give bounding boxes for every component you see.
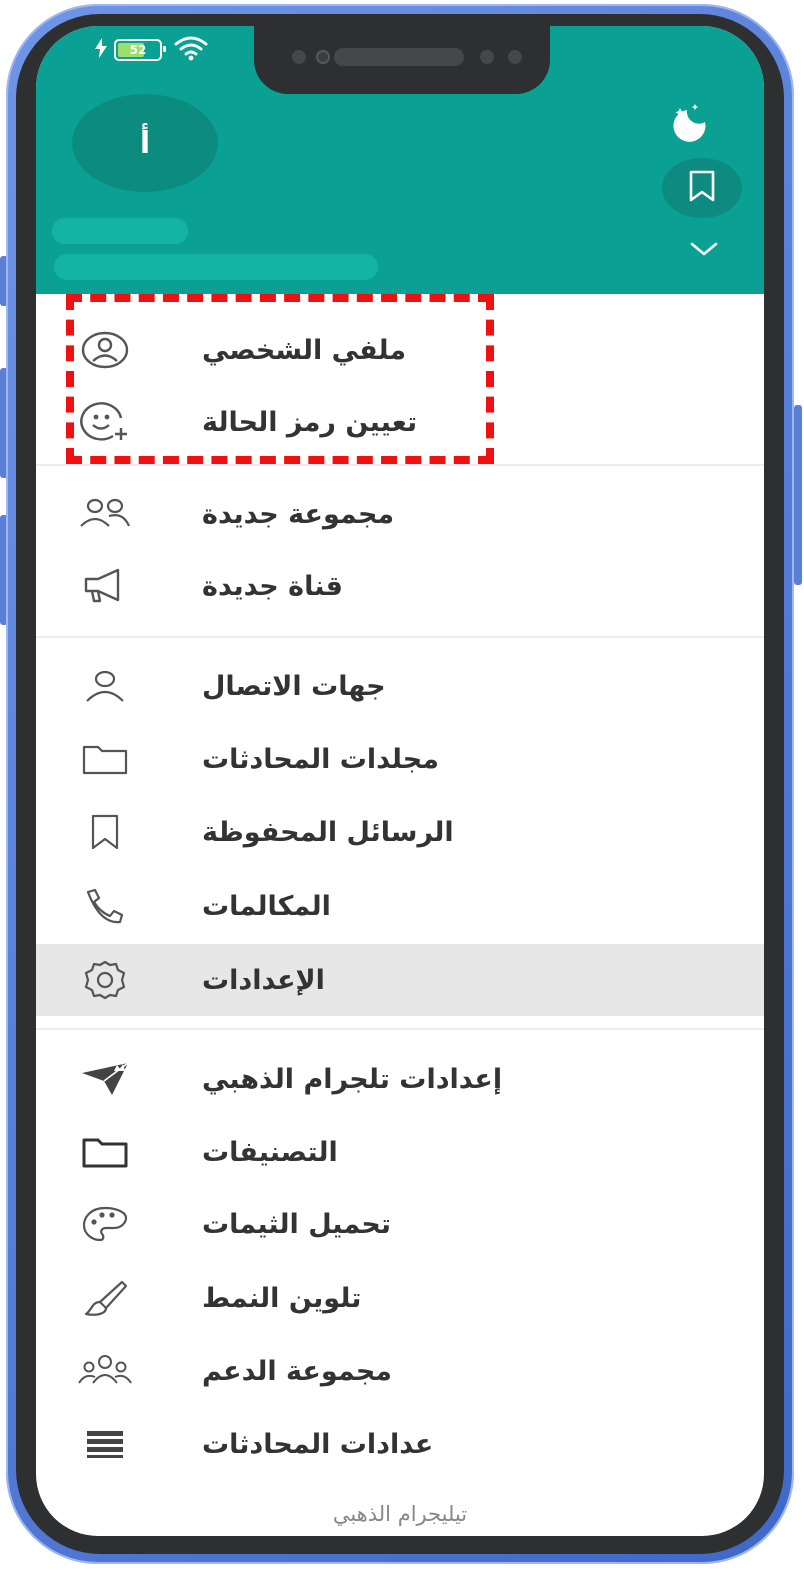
- divider: [36, 636, 764, 638]
- saved-messages-button[interactable]: [662, 158, 742, 218]
- divider: [36, 464, 764, 466]
- menu-item-label: الإعدادات: [202, 964, 325, 996]
- status-bar: 52: [94, 36, 208, 64]
- divider: [36, 1028, 764, 1030]
- avatar[interactable]: أ: [72, 94, 218, 192]
- menu-item-new-channel[interactable]: قناة جديدة: [36, 550, 764, 622]
- menu-item-download-themes[interactable]: تحميل الثيمات: [36, 1188, 764, 1260]
- menu-item-saved-messages[interactable]: الرسائل المحفوظة: [36, 796, 764, 868]
- brush-icon: [76, 1269, 134, 1327]
- bookmark-icon: [76, 803, 134, 861]
- menu-item-golden-telegram-settings[interactable]: إعدادات تلجرام الذهبي: [36, 1043, 764, 1115]
- menu-item-label: التصنيفات: [202, 1136, 338, 1168]
- app-footer: تيليجرام الذهبي: [332, 1502, 468, 1526]
- menu-item-chat-counters[interactable]: عدادات المحادثات: [36, 1408, 764, 1480]
- menu-item-label: مجموعة الدعم: [202, 1355, 393, 1387]
- menu-item-theme-coloring[interactable]: تلوين النمط: [36, 1262, 764, 1334]
- battery-level: 52: [129, 43, 147, 57]
- menu-item-label: تحميل الثيمات: [202, 1208, 392, 1240]
- menu-item-settings[interactable]: الإعدادات: [36, 944, 764, 1016]
- wifi-icon: [174, 35, 208, 65]
- group-icon: [76, 485, 134, 543]
- menu-item-categories[interactable]: التصنيفات: [36, 1116, 764, 1188]
- folder-icon: [76, 730, 134, 788]
- menu-item-new-group[interactable]: مجموعة جديدة: [36, 478, 764, 550]
- support-group-icon: [76, 1342, 134, 1400]
- menu-item-label: المكالمات: [202, 890, 331, 922]
- chevron-down-icon[interactable]: [684, 234, 724, 264]
- menu-item-label: جهات الاتصال: [202, 670, 386, 702]
- phone-notch: [254, 26, 550, 94]
- highlight-annotation: [66, 294, 494, 464]
- bookmark-icon: [687, 169, 717, 207]
- menu-item-label: مجموعة جديدة: [202, 498, 395, 530]
- avatar-letter: أ: [139, 125, 151, 161]
- menu-item-label: الرسائل المحفوظة: [202, 816, 454, 848]
- person-icon: [76, 657, 134, 715]
- menu-item-calls[interactable]: المكالمات: [36, 870, 764, 942]
- charging-icon: [94, 38, 108, 62]
- menu-item-chat-folders[interactable]: مجلدات المحادثات: [36, 723, 764, 795]
- palette-icon: [76, 1195, 134, 1253]
- redacted-username: [52, 218, 188, 244]
- side-button-right: [794, 405, 802, 585]
- paper-plane-crown-icon: [76, 1050, 134, 1108]
- phone-icon: [76, 877, 134, 935]
- megaphone-icon: [76, 557, 134, 615]
- menu-item-label: عدادات المحادثات: [202, 1428, 434, 1460]
- gear-icon: [76, 951, 134, 1009]
- menu-item-label: مجلدات المحادثات: [202, 743, 439, 775]
- drawer-screen: 52 أ ملفي الشخصي تعيين رمز الحالة مجموعة…: [36, 26, 764, 1536]
- list-icon: [76, 1415, 134, 1473]
- menu-item-label: إعدادات تلجرام الذهبي: [202, 1063, 503, 1095]
- menu-item-label: قناة جديدة: [202, 570, 343, 602]
- menu-item-support-group[interactable]: مجموعة الدعم: [36, 1335, 764, 1407]
- menu-item-label: تلوين النمط: [202, 1282, 362, 1314]
- menu-item-contacts[interactable]: جهات الاتصال: [36, 650, 764, 722]
- night-mode-icon[interactable]: [668, 100, 722, 148]
- folder-solid-icon: [76, 1123, 134, 1181]
- redacted-phone-number: [54, 254, 378, 280]
- battery-icon: 52: [114, 39, 166, 61]
- drawer-header: 52 أ: [36, 26, 764, 294]
